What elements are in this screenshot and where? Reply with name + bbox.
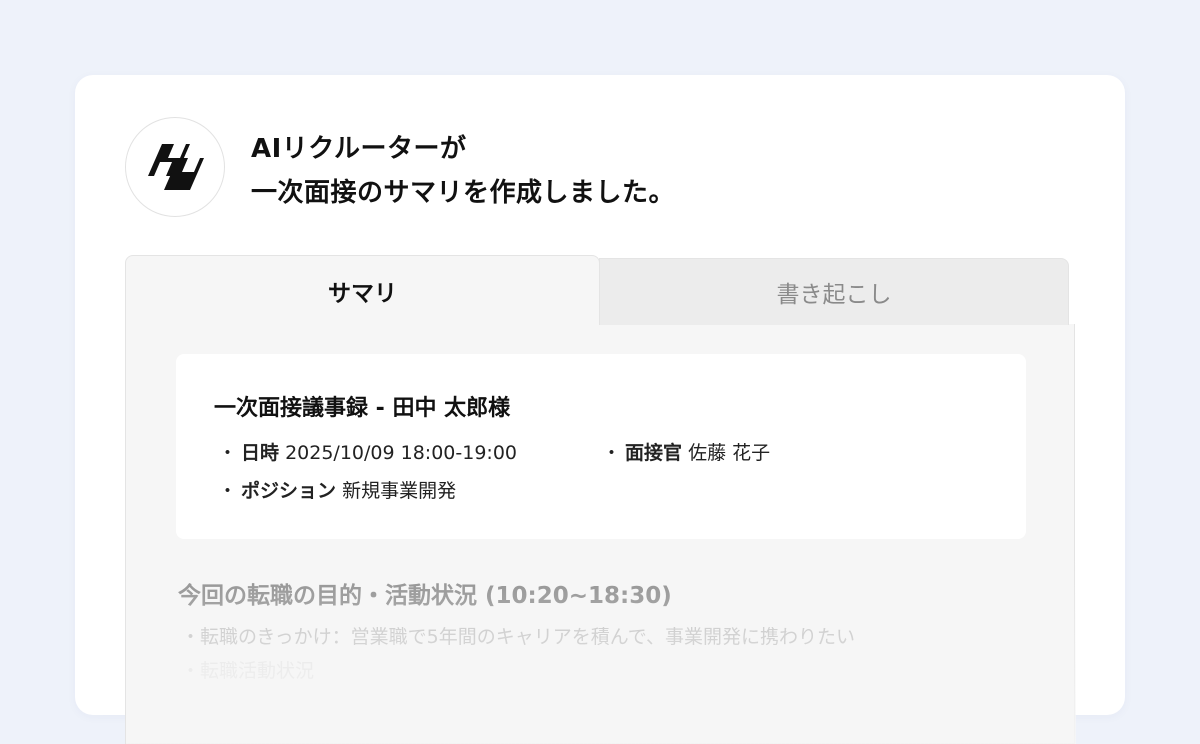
headline-line2: 一次面接のサマリを作成しました。 <box>251 178 676 208</box>
minutes-title: 一次面接議事録 - 田中 太郎様 <box>214 396 511 421</box>
section-title: 今回の転職の目的・活動状況 (10:20~18:30) <box>178 583 672 609</box>
meta-position-value: 新規事業開発 <box>342 480 457 502</box>
meta-datetime-value: 2025/10/09 18:00-19:00 <box>285 442 517 464</box>
summary-panel: 一次面接議事録 - 田中 太郎様 ・日時 2025/10/09 18:00-19… <box>125 324 1076 744</box>
tab-transcript[interactable]: 書き起こし <box>599 258 1069 325</box>
meta-datetime-label: 日時 <box>241 442 280 464</box>
section-line: ・転職活動状況 <box>181 660 315 682</box>
summary-tabs: サマリ 書き起こし 一次面接議事録 - 田中 太郎様 ・日時 2025/10/0… <box>125 255 1076 744</box>
meta-position: ・ポジション 新規事業開発 <box>218 480 457 502</box>
tab-summary-label: サマリ <box>328 280 397 307</box>
recruiter-logo-icon <box>125 117 225 217</box>
minutes-card: 一次面接議事録 - 田中 太郎様 ・日時 2025/10/09 18:00-19… <box>176 354 1026 539</box>
section-line: ・転職のきっかけ：営業職で5年間のキャリアを積んで、事業開発に携わりたい <box>181 626 856 648</box>
meta-position-label: ポジション <box>241 480 337 502</box>
notification-card: AIリクルーターが 一次面接のサマリを作成しました。 サマリ 書き起こし 一次面… <box>75 75 1125 744</box>
meta-interviewer-value: 佐藤 花子 <box>688 442 771 464</box>
headline-line1: AIリクルーターが <box>251 134 467 164</box>
meta-interviewer-label: 面接官 <box>625 442 683 464</box>
meta-interviewer: ・面接官 佐藤 花子 <box>602 442 771 464</box>
meta-datetime: ・日時 2025/10/09 18:00-19:00 <box>218 442 517 464</box>
headline: AIリクルーターが 一次面接のサマリを作成しました。 <box>251 127 675 215</box>
tab-summary[interactable]: サマリ <box>125 255 600 325</box>
tab-transcript-label: 書き起こし <box>776 282 892 308</box>
